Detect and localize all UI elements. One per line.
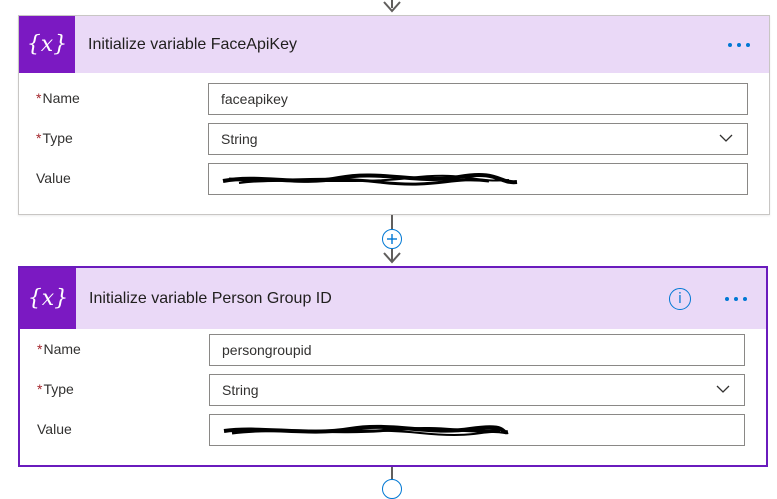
action-card-persongroupid[interactable]: {x} Initialize variable Person Group ID … bbox=[18, 266, 768, 467]
name-label: *Name bbox=[36, 90, 80, 106]
type-row: *Type String bbox=[19, 123, 769, 155]
card-title: Initialize variable FaceApiKey bbox=[88, 35, 297, 53]
info-icon[interactable]: i bbox=[669, 287, 691, 310]
arrow-down-icon bbox=[383, 1, 401, 13]
value-row: Value bbox=[20, 414, 766, 446]
variable-icon: {x} bbox=[20, 268, 76, 329]
type-select[interactable]: String bbox=[209, 374, 745, 406]
value-input[interactable] bbox=[209, 414, 745, 446]
connector-line-middle-top bbox=[391, 215, 393, 229]
value-label: Value bbox=[36, 170, 71, 186]
name-input[interactable]: faceapikey bbox=[208, 83, 748, 115]
more-options-icon[interactable] bbox=[725, 293, 747, 305]
value-label: Value bbox=[37, 421, 72, 437]
type-row: *Type String bbox=[20, 374, 766, 406]
name-input[interactable]: persongroupid bbox=[209, 334, 745, 366]
redaction-scribble bbox=[223, 424, 509, 436]
arrow-down-icon bbox=[383, 252, 401, 264]
type-select[interactable]: String bbox=[208, 123, 748, 155]
card-title: Initialize variable Person Group ID bbox=[89, 289, 332, 307]
redaction-scribble bbox=[222, 173, 518, 186]
variable-icon: {x} bbox=[19, 16, 75, 73]
add-step-icon[interactable] bbox=[382, 229, 402, 249]
action-card-faceapikey[interactable]: {x} Initialize variable FaceApiKey *Name… bbox=[18, 15, 770, 215]
value-row: Value bbox=[19, 163, 769, 195]
name-label: *Name bbox=[37, 341, 81, 357]
more-options-icon[interactable] bbox=[728, 39, 750, 51]
type-label: *Type bbox=[36, 130, 73, 146]
chevron-down-icon bbox=[719, 134, 733, 142]
type-label: *Type bbox=[37, 381, 74, 397]
name-row: *Name persongroupid bbox=[20, 334, 766, 366]
name-row: *Name faceapikey bbox=[19, 83, 769, 115]
add-step-icon[interactable] bbox=[382, 479, 402, 499]
chevron-down-icon bbox=[716, 385, 730, 393]
card-header[interactable]: {x} Initialize variable FaceApiKey bbox=[19, 16, 769, 73]
card-header[interactable]: {x} Initialize variable Person Group ID … bbox=[20, 268, 766, 329]
value-input[interactable] bbox=[208, 163, 748, 195]
